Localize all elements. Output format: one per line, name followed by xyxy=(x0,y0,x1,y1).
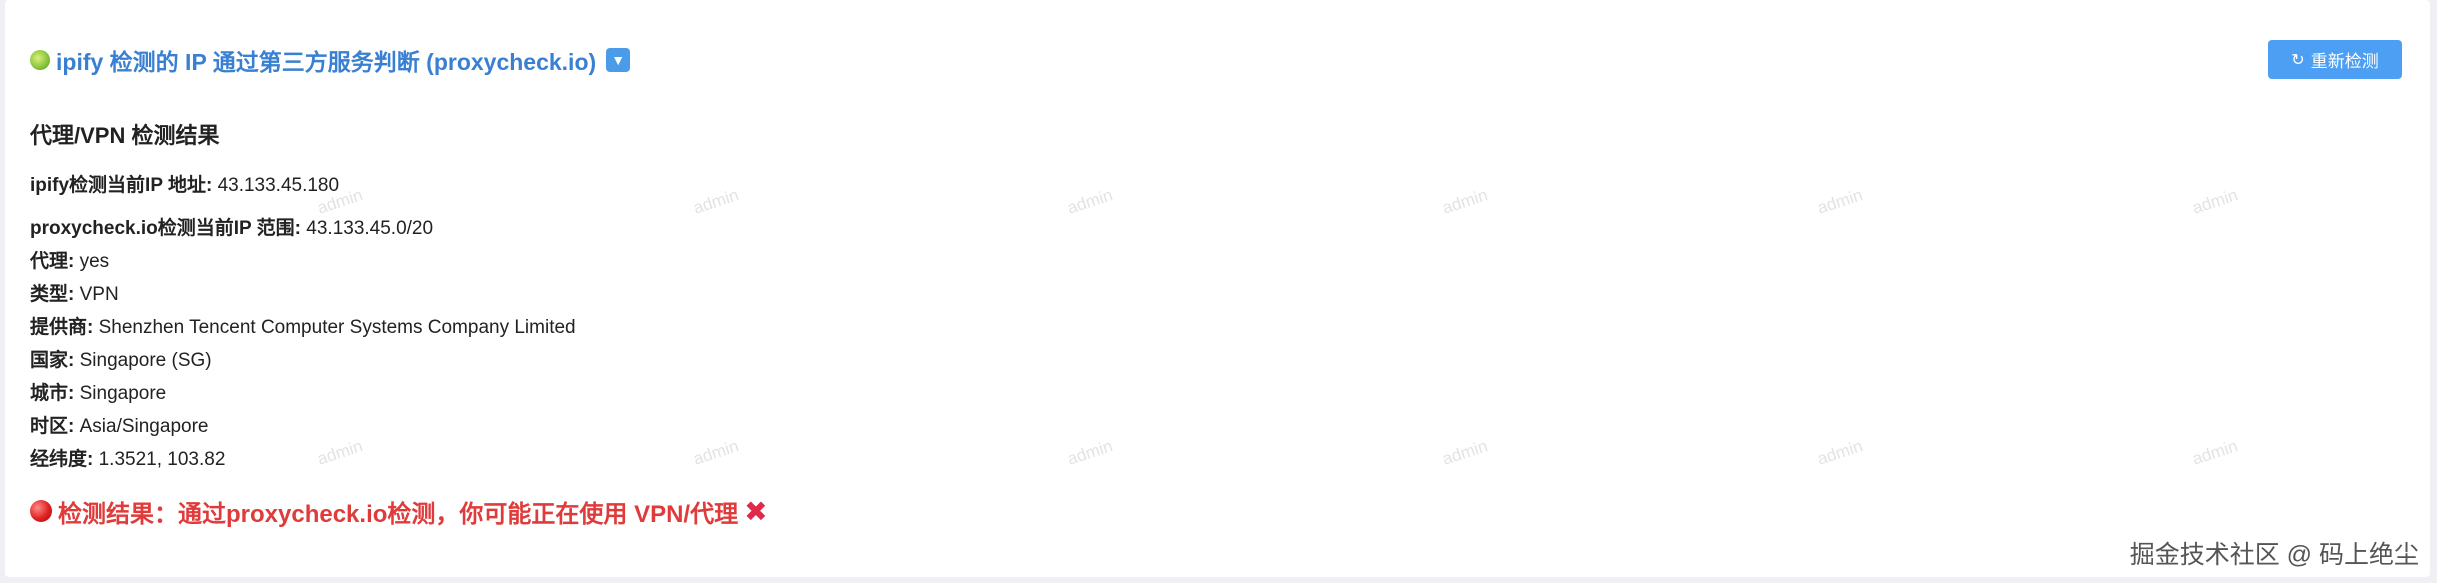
field-ip-address: ipify检测当前IP 地址: 43.133.45.180 xyxy=(30,170,339,197)
field-key: 经纬度: xyxy=(30,449,94,470)
field-value: 43.133.45.0/20 xyxy=(306,218,434,239)
section-title: 代理/VPN 检测结果 xyxy=(30,123,220,148)
field-value: Shenzhen Tencent Computer Systems Compan… xyxy=(98,317,576,338)
refresh-button-label: 重新检测 xyxy=(2310,52,2379,71)
field-city: 城市: Singapore xyxy=(30,378,166,405)
field-proxy: 代理: yes xyxy=(30,246,109,273)
watermark: admin xyxy=(1815,436,1865,469)
result-text: 检测结果：通过proxycheck.io检测，你可能正在使用 VPN/代理 xyxy=(58,500,739,528)
field-coordinates: 经纬度: 1.3521, 103.82 xyxy=(30,444,225,471)
field-key: 类型: xyxy=(30,284,75,305)
field-value: 1.3521, 103.82 xyxy=(98,449,226,470)
watermark: admin xyxy=(2190,436,2240,469)
watermark: admin xyxy=(1815,185,1865,218)
field-value: Singapore xyxy=(79,383,167,404)
watermark: admin xyxy=(691,185,741,218)
field-key: 提供商: xyxy=(30,317,94,338)
credit-watermark: 掘金技术社区 @ 码上绝尘 xyxy=(2129,541,2419,569)
field-ip-range: proxycheck.io检测当前IP 范围: 43.133.45.0/20 xyxy=(30,213,433,240)
watermark: admin xyxy=(1065,185,1115,218)
refresh-button[interactable]: ↻ 重新检测 xyxy=(2268,40,2402,79)
section-header: ipify 检测的 IP 通过第三方服务判断 (proxycheck.io) ▼ xyxy=(30,44,631,76)
field-key: proxycheck.io检测当前IP 范围: xyxy=(30,218,301,239)
result-card: admin admin admin admin admin admin admi… xyxy=(5,0,2430,577)
field-country: 国家: Singapore (SG) xyxy=(30,345,212,372)
field-key: 时区: xyxy=(30,416,75,437)
field-type: 类型: VPN xyxy=(30,279,119,306)
field-key: 城市: xyxy=(30,383,75,404)
field-value: Asia/Singapore xyxy=(79,416,209,437)
red-status-icon xyxy=(30,500,52,522)
field-key: 国家: xyxy=(30,350,75,371)
watermark: admin xyxy=(691,436,741,469)
cross-icon: ✖ xyxy=(744,495,768,527)
field-value: yes xyxy=(79,251,110,272)
watermark: admin xyxy=(2190,185,2240,218)
field-value: Singapore (SG) xyxy=(79,350,212,371)
watermark: admin xyxy=(1065,436,1115,469)
expand-down-icon[interactable]: ▼ xyxy=(606,48,631,72)
field-provider: 提供商: Shenzhen Tencent Computer Systems C… xyxy=(30,312,576,339)
watermark: admin xyxy=(315,436,365,469)
field-key: ipify检测当前IP 地址: xyxy=(30,175,213,196)
detection-result: 检测结果：通过proxycheck.io检测，你可能正在使用 VPN/代理 ✖ xyxy=(30,494,768,528)
watermark: admin xyxy=(1440,185,1490,218)
field-value: 43.133.45.180 xyxy=(217,175,340,196)
watermark: admin xyxy=(1440,436,1490,469)
refresh-icon: ↻ xyxy=(2291,51,2305,69)
field-value: VPN xyxy=(79,284,119,305)
field-key: 代理: xyxy=(30,251,75,272)
field-timezone: 时区: Asia/Singapore xyxy=(30,411,208,438)
header-title: ipify 检测的 IP 通过第三方服务判断 (proxycheck.io) xyxy=(56,49,597,75)
green-status-icon xyxy=(30,50,50,70)
